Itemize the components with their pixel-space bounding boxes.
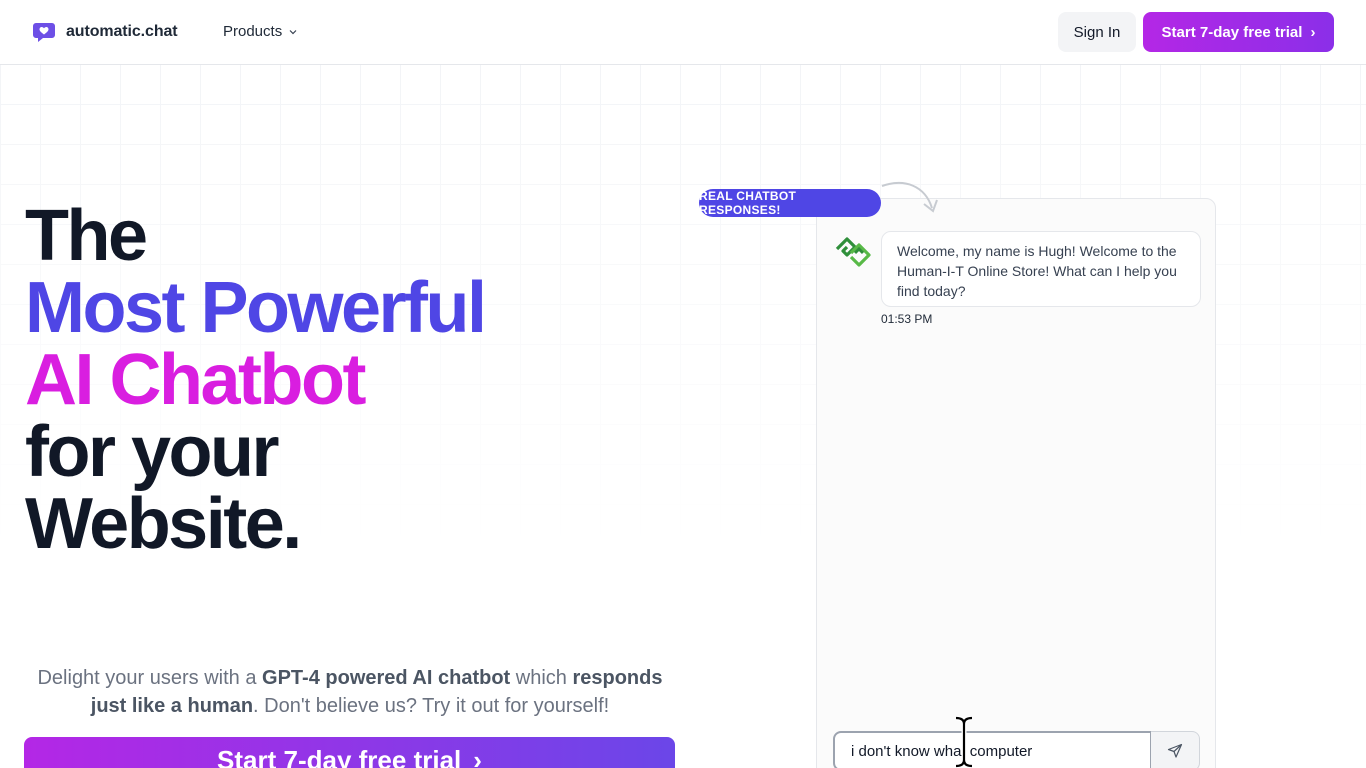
message-timestamp: 01:53 PM (881, 312, 933, 326)
text-cursor-icon (955, 716, 973, 768)
send-button[interactable] (1151, 731, 1200, 768)
site-header: automatic.chat Products Sign In Start 7-… (0, 0, 1366, 65)
chevron-down-icon (289, 29, 297, 34)
real-responses-badge: REAL CHATBOT RESPONSES! (699, 189, 881, 217)
hero-heading: The Most Powerful AI Chatbot for your We… (25, 196, 487, 564)
chevron-right-icon: › (1310, 23, 1316, 41)
products-menu[interactable]: Products (223, 23, 298, 40)
hero-line-1: The (25, 196, 148, 276)
products-label: Products (223, 23, 283, 40)
chevron-right-icon: › (473, 745, 482, 768)
hero-line-2: Most Powerful (25, 268, 487, 348)
brand-name: automatic.chat (66, 23, 178, 40)
desc-bold-1: GPT-4 powered AI chatbot (262, 667, 511, 689)
chat-heart-icon (33, 23, 55, 42)
hero-line-5: Website. (25, 484, 302, 564)
desc-part-2: which (510, 667, 573, 689)
sign-in-button[interactable]: Sign In (1058, 12, 1136, 52)
brand-logo[interactable]: automatic.chat (32, 20, 178, 44)
bot-logo-icon (835, 237, 871, 267)
send-icon (1167, 743, 1183, 758)
hero-line-4: for your (25, 412, 280, 492)
chat-message-input[interactable] (833, 731, 1152, 768)
start-trial-button[interactable]: Start 7-day free trial › (1143, 12, 1334, 52)
chat-widget: Welcome, my name is Hugh! Welcome to the… (816, 198, 1216, 768)
bot-message: Welcome, my name is Hugh! Welcome to the… (881, 231, 1201, 307)
hero-trial-button[interactable]: Start 7-day free trial › (24, 737, 675, 768)
curved-arrow-icon (881, 182, 938, 213)
hero-line-3: AI Chatbot (25, 340, 366, 420)
hero-trial-label: Start 7-day free trial (217, 745, 462, 768)
desc-part-3: . Don't believe us? Try it out for yours… (253, 695, 610, 717)
start-trial-label: Start 7-day free trial (1161, 23, 1303, 41)
hero-description: Delight your users with a GPT-4 powered … (24, 664, 676, 720)
desc-part-1: Delight your users with a (37, 667, 263, 689)
